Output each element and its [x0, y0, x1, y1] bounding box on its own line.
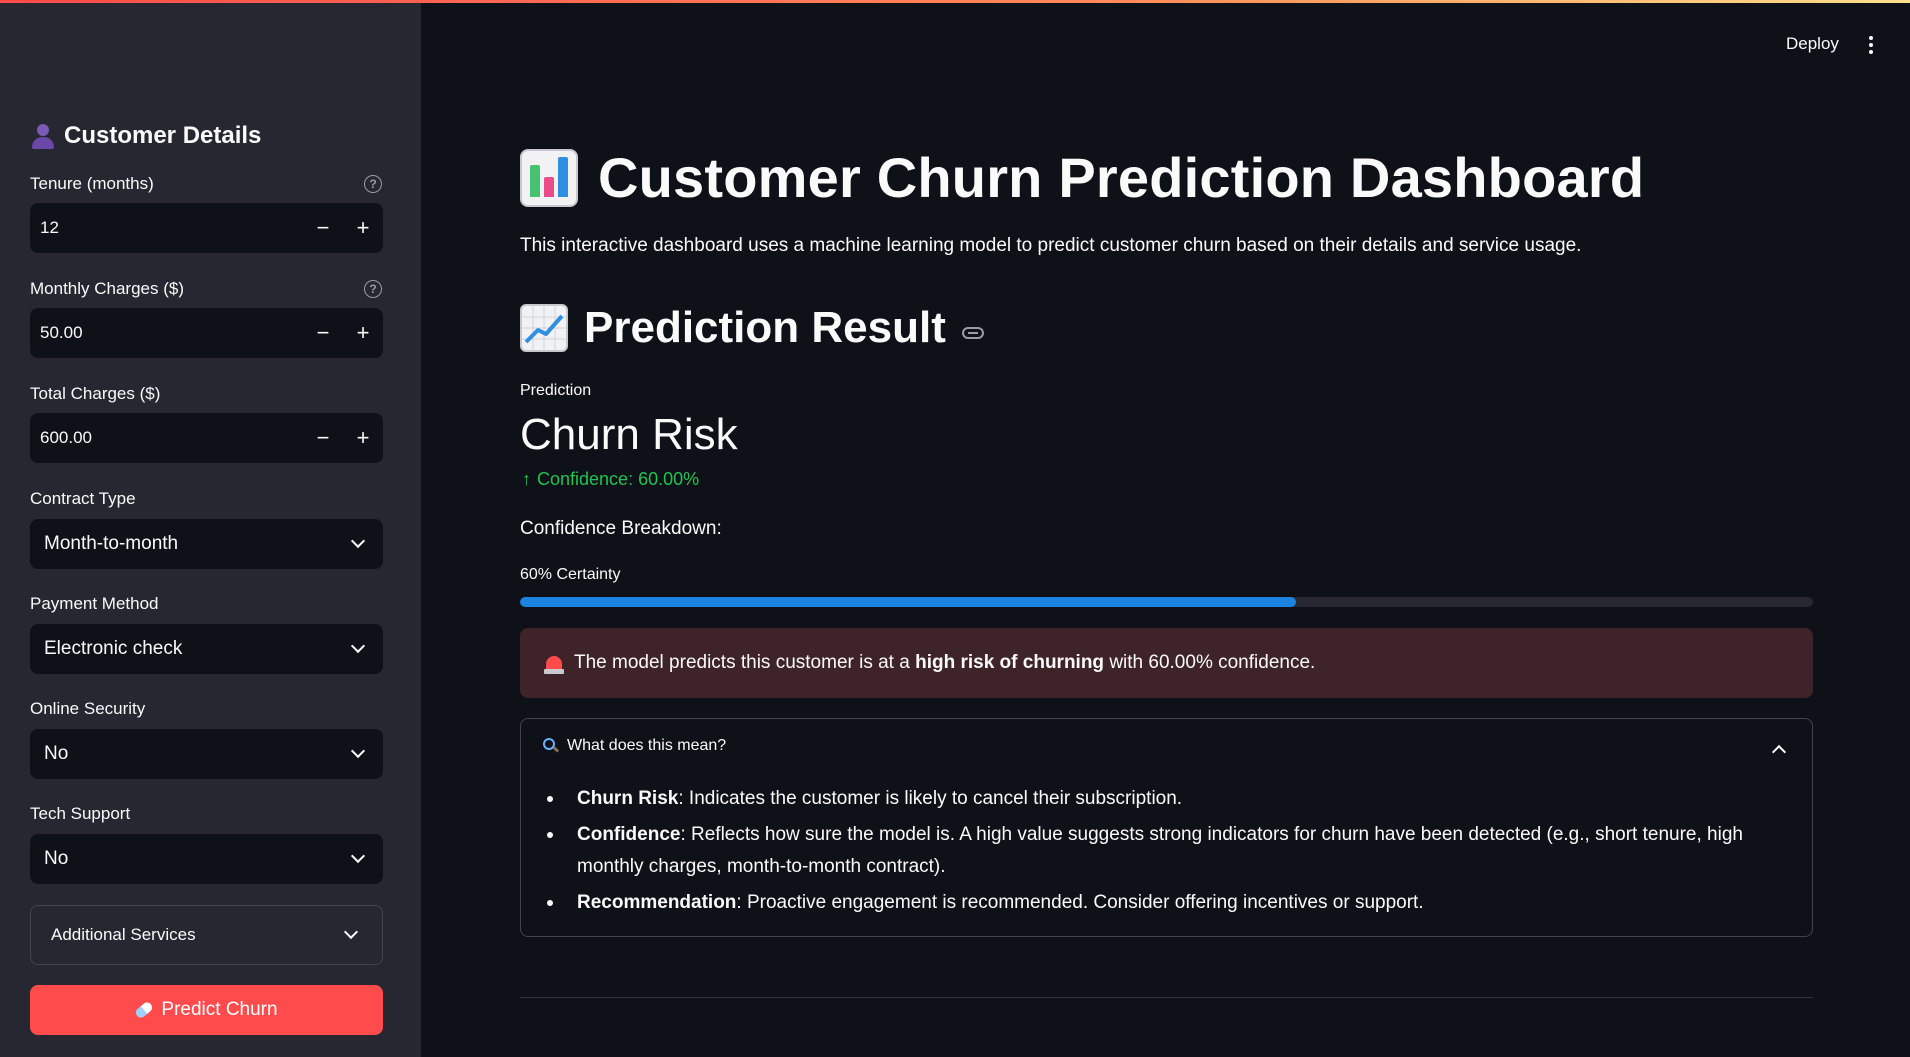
list-item-term: Churn Risk	[577, 788, 679, 809]
help-icon[interactable]: ?	[364, 175, 382, 193]
tenure-label: Tenure (months)	[30, 174, 154, 193]
top-decoration-bar	[0, 0, 1910, 3]
monthly-charges-increment-button[interactable]: +	[343, 308, 383, 358]
alert-text-pre: The model predicts this customer is at a	[574, 652, 910, 673]
chevron-down-icon[interactable]	[350, 743, 366, 759]
contract-type-value: Month-to-month	[44, 533, 179, 554]
total-charges-label-row: Total Charges ($)	[30, 384, 382, 404]
page-title-row: Customer Churn Prediction Dashboard	[520, 145, 1644, 210]
payment-method-select[interactable]: Electronic check	[30, 624, 383, 674]
progress-bar	[520, 597, 1813, 607]
page-title: Customer Churn Prediction Dashboard	[598, 146, 1645, 209]
list-item: Churn Risk: Indicates the customer is li…	[547, 783, 1787, 815]
tech-support-value: No	[44, 848, 69, 869]
chevron-up-icon[interactable]	[1771, 744, 1787, 760]
prediction-result-heading: Prediction Result	[584, 303, 946, 352]
tenure-input[interactable]: 12 − +	[30, 203, 383, 253]
alert-text-post: with 60.00% confidence.	[1109, 652, 1316, 673]
chevron-down-icon[interactable]	[350, 533, 366, 549]
explainer-expander[interactable]: What does this mean? Churn Risk: Indicat…	[520, 718, 1813, 937]
arrow-up-icon: ↑	[522, 469, 531, 489]
intro-text: This interactive dashboard uses a machin…	[520, 235, 1582, 256]
total-charges-input[interactable]: 600.00 − +	[30, 413, 383, 463]
monthly-charges-label: Monthly Charges ($)	[30, 279, 185, 298]
tech-support-label: Tech Support	[30, 804, 131, 823]
monthly-charges-input[interactable]: 50.00 − +	[30, 308, 383, 358]
line-chart-icon	[520, 304, 568, 352]
list-item-text: : Indicates the customer is likely to ca…	[678, 788, 1183, 809]
metric-label: Prediction	[520, 382, 592, 399]
metric-value: Churn Risk	[520, 410, 738, 459]
list-item-term: Confidence	[577, 824, 681, 845]
online-security-value: No	[44, 743, 69, 764]
kebab-menu-icon[interactable]	[1868, 36, 1874, 56]
payment-method-label: Payment Method	[30, 594, 159, 613]
siren-icon	[544, 652, 564, 674]
payment-method-label-row: Payment Method	[30, 594, 382, 614]
online-security-label: Online Security	[30, 699, 146, 718]
tech-support-label-row: Tech Support	[30, 804, 382, 824]
tenure-value[interactable]: 12	[30, 218, 303, 238]
prediction-result-heading-row: Prediction Result	[520, 303, 984, 353]
explainer-title: What does this mean?	[567, 737, 727, 754]
help-icon[interactable]: ?	[364, 280, 382, 298]
list-item: Confidence: Reflects how sure the model …	[547, 819, 1787, 883]
monthly-charges-decrement-button[interactable]: −	[303, 308, 343, 358]
deploy-button[interactable]: Deploy	[1786, 34, 1839, 54]
chevron-down-icon[interactable]	[350, 638, 366, 654]
explainer-list: Churn Risk: Indicates the customer is li…	[547, 783, 1787, 923]
magnifier-icon	[543, 738, 560, 754]
risk-alert: The model predicts this customer is at a…	[520, 628, 1813, 698]
metric-delta-text: Confidence: 60.00%	[537, 469, 700, 489]
progress-label: 60% Certainty	[520, 566, 621, 583]
predict-churn-button[interactable]: Predict Churn	[30, 985, 383, 1035]
divider	[520, 997, 1813, 998]
total-charges-value[interactable]: 600.00	[30, 428, 303, 448]
sidebar-header: Customer Details	[30, 118, 261, 154]
tenure-decrement-button[interactable]: −	[303, 203, 343, 253]
total-charges-increment-button[interactable]: +	[343, 413, 383, 463]
link-icon[interactable]	[961, 327, 984, 339]
sidebar: Customer Details Tenure (months) ? 12 − …	[0, 0, 421, 1057]
total-charges-label: Total Charges ($)	[30, 384, 161, 403]
metric-delta: ↑ Confidence: 60.00%	[522, 469, 699, 490]
list-item-term: Recommendation	[577, 892, 737, 913]
explainer-header[interactable]: What does this mean?	[543, 737, 726, 755]
payment-method-value: Electronic check	[44, 638, 183, 659]
rocket-icon	[134, 1000, 155, 1020]
list-item-text: : Proactive engagement is recommended. C…	[736, 892, 1424, 913]
tenure-label-row: Tenure (months) ?	[30, 174, 382, 194]
monthly-charges-value[interactable]: 50.00	[30, 323, 303, 343]
alert-text-bold: high risk of churning	[915, 652, 1105, 673]
sidebar-header-label: Customer Details	[64, 122, 262, 149]
chevron-down-icon[interactable]	[343, 924, 359, 940]
online-security-label-row: Online Security	[30, 699, 382, 719]
total-charges-decrement-button[interactable]: −	[303, 413, 343, 463]
tech-support-select[interactable]: No	[30, 834, 383, 884]
additional-services-label: Additional Services	[51, 925, 196, 944]
predict-churn-label: Predict Churn	[161, 999, 278, 1020]
monthly-charges-label-row: Monthly Charges ($) ?	[30, 279, 382, 299]
alert-text: The model predicts this customer is at a…	[574, 652, 1315, 674]
contract-type-label: Contract Type	[30, 489, 136, 508]
online-security-select[interactable]: No	[30, 729, 383, 779]
bar-chart-icon	[520, 148, 578, 207]
list-item: Recommendation: Proactive engagement is …	[547, 887, 1787, 919]
additional-services-expander[interactable]: Additional Services	[30, 905, 383, 965]
chevron-down-icon[interactable]	[350, 848, 366, 864]
confidence-breakdown-label: Confidence Breakdown:	[520, 518, 722, 539]
contract-type-select[interactable]: Month-to-month	[30, 519, 383, 569]
tenure-increment-button[interactable]: +	[343, 203, 383, 253]
contract-type-label-row: Contract Type	[30, 489, 382, 509]
person-icon	[30, 123, 56, 149]
list-item-text: : Reflects how sure the model is. A high…	[577, 824, 1743, 877]
progress-bar-fill	[520, 597, 1296, 607]
